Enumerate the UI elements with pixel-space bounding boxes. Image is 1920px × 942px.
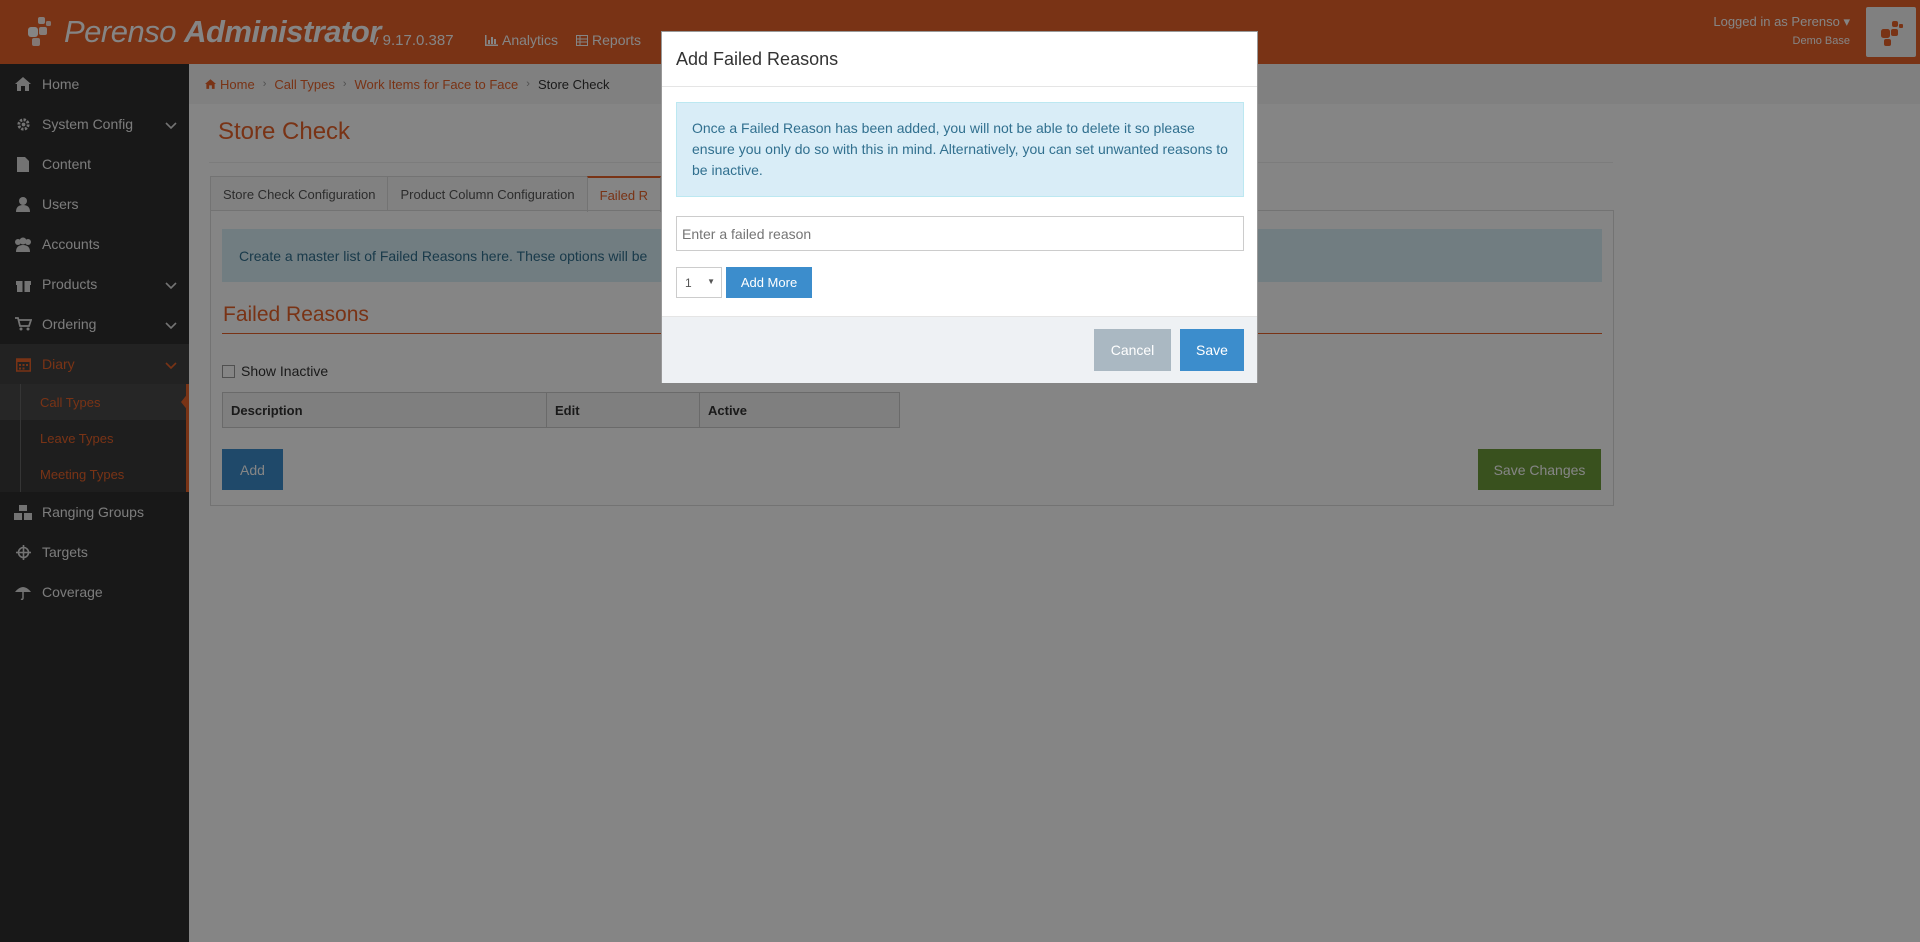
add-failed-reasons-dialog: Add Failed Reasons Once a Failed Reason … [661,31,1258,383]
failed-reason-input[interactable] [676,216,1244,251]
cancel-button[interactable]: Cancel [1094,329,1171,371]
quantity-value: 1 [685,275,692,290]
dialog-warning-alert: Once a Failed Reason has been added, you… [676,102,1244,197]
dialog-footer: Cancel Save [662,316,1257,383]
save-button[interactable]: Save [1180,329,1244,371]
caret-down-icon: ▼ [707,277,715,286]
add-more-button[interactable]: Add More [726,267,812,298]
dialog-title: Add Failed Reasons [662,32,1257,87]
quantity-select[interactable]: 1 ▼ [676,267,722,298]
